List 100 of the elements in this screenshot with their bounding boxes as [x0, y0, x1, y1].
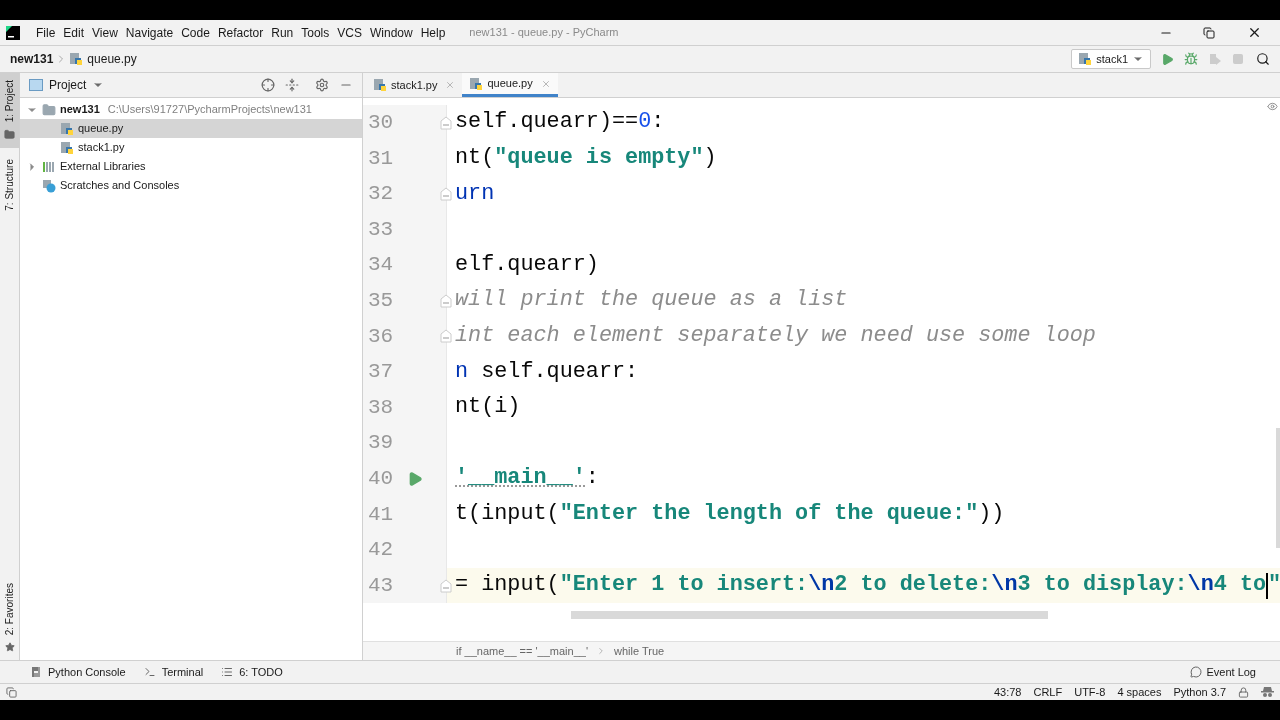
fold-marker-icon[interactable]: [440, 329, 452, 344]
status-item[interactable]: UTF-8: [1074, 683, 1106, 701]
project-view-icon: [29, 79, 43, 91]
status-item[interactable]: CRLF: [1033, 683, 1063, 701]
code-line: self.quearr)==0:: [454, 108, 665, 137]
list-icon: [221, 666, 234, 678]
line-number: 36: [368, 323, 394, 350]
reader-mode-icon[interactable]: [1267, 101, 1278, 112]
tree-label: queue.py: [78, 121, 124, 137]
code-line: '__main__':: [454, 464, 599, 493]
code-line: n self.quearr:: [454, 357, 639, 386]
breadcrumb-item[interactable]: new131: [10, 50, 54, 68]
app-logo: [6, 25, 20, 40]
tree-label: stack1.py: [78, 140, 125, 156]
menu-item[interactable]: Window: [365, 23, 417, 42]
menu-item[interactable]: Navigate: [121, 23, 178, 42]
tree-label: Scratches and Consoles: [60, 178, 180, 194]
tree-item[interactable]: Scratches and Consoles: [20, 176, 362, 195]
menu-item[interactable]: Edit: [59, 23, 89, 42]
project-path: C:\Users\91727\PycharmProjects\new131: [107, 102, 312, 118]
locate-icon[interactable]: [261, 78, 275, 92]
tree-item[interactable]: stack1.py: [20, 138, 362, 157]
code-line: = input("Enter 1 to insert:\n2 to delete:\n3 to display:\n4 to": [454, 571, 1280, 601]
vertical-scrollbar-thumb[interactable]: [1276, 428, 1280, 548]
fold-marker-icon[interactable]: [440, 115, 452, 130]
stop-icon[interactable]: [1232, 53, 1244, 65]
code-line: t(input("Enter the length of the queue:")): [454, 500, 1005, 528]
line-number: 33: [368, 216, 394, 243]
status-item[interactable]: 4 spaces: [1117, 683, 1162, 701]
python-file-icon: [69, 52, 84, 66]
line-number: 43: [368, 572, 394, 599]
tool-window-tab[interactable]: Python Console: [30, 663, 126, 681]
tree-item[interactable]: External Libraries: [20, 157, 362, 176]
code-line: int each element separately we need use some loop: [454, 322, 1096, 350]
run-icon[interactable]: [407, 470, 423, 487]
python-file-icon: [60, 140, 74, 155]
search-icon[interactable]: [1256, 52, 1270, 66]
breadcrumb-item[interactable]: if __name__ == '__main__': [456, 642, 589, 660]
tree-label: External Libraries: [60, 159, 146, 175]
code-line: urn: [454, 179, 495, 208]
menu-item[interactable]: Run: [267, 23, 298, 42]
tool-window-tab[interactable]: Terminal: [143, 663, 204, 681]
menu-item[interactable]: Code: [177, 23, 214, 42]
debug-icon[interactable]: [1184, 52, 1198, 66]
status-item[interactable]: 43:78: [993, 683, 1022, 701]
line-number: 31: [368, 145, 394, 172]
speech-bubble-icon: [1190, 666, 1203, 678]
fold-marker-icon[interactable]: [440, 187, 452, 201]
line-number: 39: [368, 430, 394, 457]
folder-icon: [42, 102, 56, 117]
line-number: 38: [368, 394, 394, 421]
fold-marker-icon[interactable]: [440, 578, 452, 593]
close-tab-icon[interactable]: [445, 80, 456, 90]
line-number: 37: [368, 359, 394, 386]
inspector-icon[interactable]: [1261, 686, 1274, 698]
python-file-icon: [373, 78, 387, 92]
event-log-tab[interactable]: Event Log: [1190, 663, 1256, 681]
python-file-icon: [469, 76, 484, 91]
collapse-all-icon[interactable]: [285, 78, 299, 92]
line-number: 30: [368, 110, 394, 137]
code-line: elf.quearr): [454, 250, 599, 279]
settings-icon[interactable]: [315, 78, 329, 92]
coverage-icon[interactable]: [1208, 52, 1222, 66]
line-number: 42: [368, 537, 394, 564]
terminal-icon: [143, 666, 156, 678]
editor-tab[interactable]: queue.py: [462, 73, 558, 97]
run-icon[interactable]: [1161, 52, 1174, 66]
python-icon: [30, 666, 42, 678]
close-tab-icon[interactable]: [540, 78, 551, 89]
menu-item[interactable]: File: [32, 23, 60, 42]
restore-icon[interactable]: [1203, 26, 1215, 39]
menu-item[interactable]: Help: [416, 23, 450, 42]
line-number: 40: [368, 466, 394, 492]
tree-item[interactable]: new131 C:\Users\91727\PycharmProjects\new131: [20, 100, 362, 119]
tool-window-tab[interactable]: 6: TODO: [221, 663, 283, 681]
code-line: will print the queue as a list: [454, 286, 848, 315]
menu-item[interactable]: VCS: [333, 23, 366, 42]
menu-item[interactable]: Refactor: [213, 23, 268, 42]
side-tool-tab[interactable]: 2: Favorites: [0, 579, 21, 638]
menu-item[interactable]: View: [88, 23, 122, 42]
star-icon: [4, 642, 15, 652]
tree-label: new131: [60, 102, 100, 118]
breadcrumb-item[interactable]: while True: [614, 642, 665, 660]
close-icon[interactable]: [1247, 25, 1262, 40]
menu-item[interactable]: Tools: [297, 23, 334, 42]
line-number: 32: [368, 181, 394, 208]
layout-icon[interactable]: [6, 686, 17, 698]
window-title: new131 - queue.py - PyCharm: [469, 25, 619, 41]
library-icon: [42, 160, 56, 173]
status-item[interactable]: Python 3.7: [1173, 683, 1226, 701]
tree-item[interactable]: queue.py: [20, 119, 362, 138]
side-tool-tab[interactable]: 7: Structure: [0, 156, 21, 214]
scratch-icon: [42, 178, 56, 193]
lock-icon[interactable]: [1238, 686, 1249, 698]
breadcrumb-item[interactable]: queue.py: [87, 50, 137, 68]
run-config-dropdown[interactable]: stack1: [1071, 49, 1151, 69]
scrollbar-thumb[interactable]: [571, 611, 1048, 619]
line-number: 34: [368, 252, 394, 279]
editor-tab[interactable]: stack1.py: [366, 73, 463, 97]
fold-marker-icon[interactable]: [440, 293, 452, 308]
